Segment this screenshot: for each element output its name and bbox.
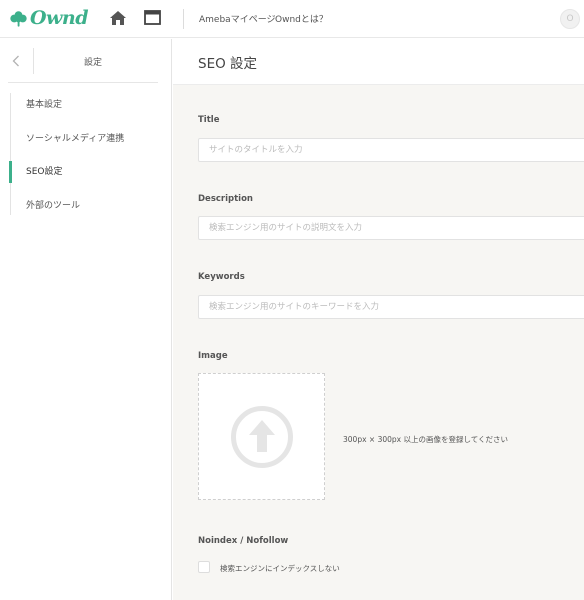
sidebar-item-external-tools[interactable]: 外部のツール [11,195,161,217]
back-button[interactable] [6,51,26,71]
topbar-divider [183,9,184,29]
upload-arrow-icon [231,406,293,468]
chevron-left-icon [12,55,19,67]
sidebar-item-basic-settings[interactable]: 基本設定 [11,94,161,116]
image-upload-dropzone[interactable] [198,373,325,500]
sidebar-header-line [8,82,158,83]
sidebar-header: 設定 [0,39,172,83]
image-size-hint: 300px × 300px 以上の画像を登録してください [343,435,509,444]
image-label: Image [198,351,228,361]
noindex-checkbox-label[interactable]: 検索エンジンにインデックスしない [220,563,340,574]
sidebar-title: 設定 [83,58,102,68]
noindex-label: Noindex / Nofollow [198,536,289,546]
ownd-logo[interactable]: Ownd [10,7,89,29]
sidebar-item-seo-settings[interactable]: SEO設定 [9,161,161,183]
noindex-checkbox[interactable] [198,561,210,573]
page-title: SEO 設定 [198,56,258,72]
description-input[interactable] [198,216,584,240]
title-label: Title [198,115,220,125]
description-label: Description [198,194,253,204]
main-header: SEO 設定 [173,39,584,85]
keywords-input[interactable] [198,295,584,319]
top-navigation-bar: Ownd Amebaマイページ Owndとは？ O [0,0,584,38]
sidebar-item-social-media[interactable]: ソーシャルメディア連携 [11,128,161,150]
clover-logo-icon [10,10,27,27]
user-avatar[interactable]: O [560,9,580,29]
home-icon[interactable] [109,10,127,26]
logo-text: Ownd [30,7,89,29]
keywords-label: Keywords [198,272,245,282]
browser-window-icon[interactable] [144,10,161,25]
ameba-mypage-link[interactable]: Amebaマイページ [199,12,276,25]
settings-sidebar: 設定 基本設定 ソーシャルメディア連携 SEO設定 外部のツール [0,39,172,600]
sidebar-nav: 基本設定 ソーシャルメディア連携 SEO設定 外部のツール [9,93,172,217]
main-content: SEO 設定 Title Description Keywords Image … [173,39,584,600]
about-ownd-link[interactable]: Owndとは？ [275,12,328,25]
title-input[interactable] [198,138,584,162]
